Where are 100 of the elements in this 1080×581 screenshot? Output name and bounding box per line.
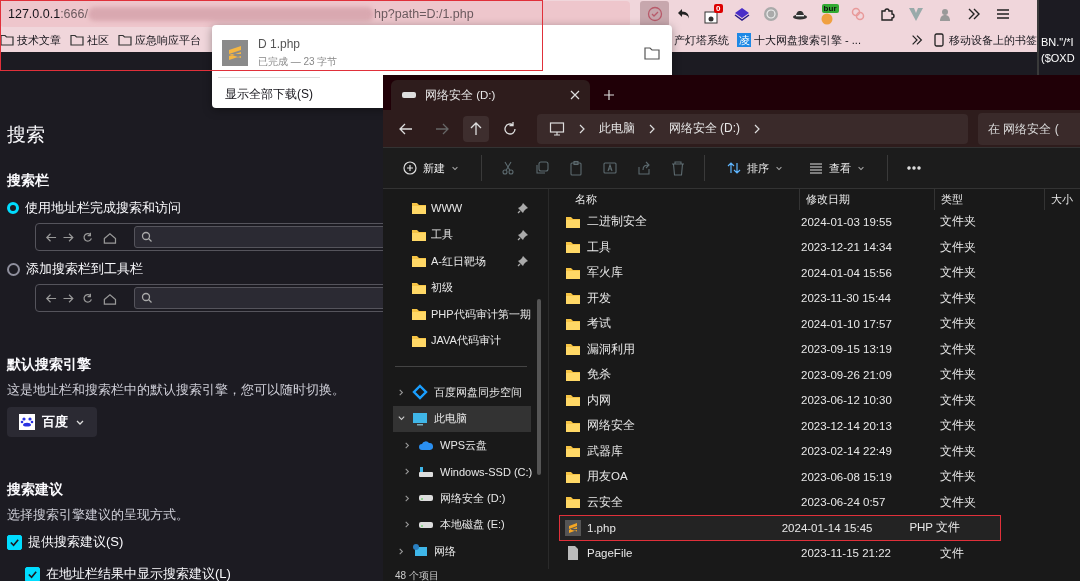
file-row[interactable]: 用友OA 2023-06-08 15:19 文件夹 — [559, 464, 1080, 490]
up-button[interactable] — [463, 115, 489, 142]
drive-icon — [418, 521, 434, 528]
date-cell-text: 2024-01-10 17:57 — [800, 317, 893, 330]
folder-icon — [565, 239, 581, 256]
bookmark[interactable]: 产灯塔系统 — [674, 32, 729, 48]
file-row[interactable]: 开发 2023-11-30 15:44 文件夹 — [559, 285, 1080, 311]
search-field[interactable]: 在 网络安全 ( — [978, 112, 1080, 145]
new-tab-icon[interactable] — [604, 90, 614, 100]
bookmark[interactable]: 凌 十大网盘搜索引擎 - ... — [737, 32, 861, 48]
menu-icon[interactable] — [994, 6, 1011, 22]
refresh-icon[interactable] — [502, 121, 517, 136]
file-row[interactable]: 二进制安全 2024-01-03 19:55 文件夹 — [559, 209, 1080, 235]
column-header[interactable]: 名称 — [559, 189, 799, 210]
checkbox[interactable] — [25, 566, 40, 581]
show-all-downloads-link[interactable]: 显示全部下载(S) — [218, 77, 320, 103]
toolbar-button[interactable]: 0 — [698, 1, 727, 27]
chevron-icon[interactable] — [397, 387, 406, 397]
breadcrumb-item[interactable]: 此电脑 — [598, 120, 635, 137]
bookmark[interactable]: 技术文章 — [0, 32, 61, 48]
radio-button[interactable] — [7, 202, 19, 214]
file-row[interactable]: 军火库 2024-01-04 15:56 文件夹 — [559, 260, 1080, 286]
file-row[interactable]: 内网 2023-06-12 10:30 文件夹 — [559, 387, 1080, 413]
quick-access-item[interactable]: 初级 — [393, 274, 533, 301]
scrollbar-thumb[interactable] — [537, 299, 541, 475]
nav-tree-item[interactable]: 百度网盘同步空间 — [393, 379, 531, 406]
search-icon — [141, 292, 153, 304]
file-row[interactable]: 武器库 2023-02-14 22:49 文件夹 — [559, 438, 1080, 464]
nav-tree-item[interactable]: 网络 — [393, 538, 531, 565]
file-row[interactable]: PageFile 2023-11-15 21:22 文件 — [559, 540, 1080, 566]
diamond-icon[interactable] — [733, 6, 750, 22]
column-header[interactable]: 类型 — [934, 189, 1044, 210]
bookmark[interactable]: 社区 — [70, 32, 109, 48]
caret-icon — [857, 164, 865, 172]
folder-icon — [565, 290, 581, 307]
column-header[interactable]: 大小 — [1044, 189, 1080, 210]
close-icon[interactable] — [570, 90, 580, 100]
nav-tree-item[interactable]: Windows-SSD (C:) — [399, 458, 531, 485]
file-row[interactable]: 免杀 2023-09-26 21:09 文件夹 — [559, 362, 1080, 388]
section-description: 这是地址栏和搜索栏中的默认搜索引擎，您可以随时切换。 — [7, 382, 346, 399]
nav-tree-item[interactable]: WPS云盘 — [399, 432, 531, 459]
file-row[interactable]: 漏洞利用 2023-09-15 13:19 文件夹 — [559, 336, 1080, 362]
type-cell-text: 文件夹 — [939, 265, 977, 281]
toolbar-button[interactable]: 查看 — [805, 156, 869, 180]
chevron-icon[interactable] — [403, 440, 412, 450]
toolbar-button[interactable]: bur — [814, 1, 843, 27]
quick-access-item[interactable]: JAVA代码审计 — [393, 327, 533, 354]
column-header[interactable]: 修改日期 — [799, 189, 934, 210]
chevron-icon[interactable] — [397, 546, 406, 556]
download-item[interactable]: D 1.php 已完成 — 23 字节 — [212, 29, 672, 77]
chevron-icon[interactable] — [403, 467, 412, 477]
puzzle-icon[interactable] — [878, 6, 895, 22]
back-arrow-icon[interactable] — [399, 121, 413, 136]
folder-icon — [70, 33, 84, 47]
box-icon[interactable] — [702, 8, 719, 25]
file-row[interactable]: 1.php 2024-01-14 15:45 PHP 文件 — [559, 515, 1001, 541]
type-cell-text: PHP 文件 — [908, 520, 961, 536]
breadcrumb-item[interactable]: 网络安全 (D:) — [668, 120, 741, 137]
window-tab[interactable]: 网络安全 (D:) — [391, 80, 590, 110]
address-bar[interactable]: 127.0.0.1:666/ hp?path=D:/1.php — [0, 1, 630, 27]
file-row[interactable]: 网络安全 2023-12-14 20:13 文件夹 — [559, 413, 1080, 439]
type-cell-text: 文件夹 — [939, 469, 977, 485]
date-cell-text: 2023-12-14 20:13 — [800, 419, 893, 432]
plus-circle-icon — [403, 161, 417, 175]
bookmark[interactable]: 移动设备上的书签 — [932, 32, 1037, 48]
file-icon — [565, 545, 581, 562]
option-label: 在地址栏结果中显示搜索建议(L) — [46, 565, 231, 581]
quick-access-item[interactable]: PHP代码审计第一期 — [393, 301, 533, 328]
file-row[interactable]: 考试 2024-01-10 17:57 文件夹 — [559, 311, 1080, 337]
bookmark[interactable]: 应急响应平台 — [118, 32, 201, 48]
file-row[interactable]: 工具 2023-12-21 14:34 文件夹 — [559, 234, 1080, 260]
nav-tree-item[interactable]: 网络安全 (D:) — [399, 485, 531, 512]
date-cell-text: 2023-11-15 21:22 — [800, 547, 892, 560]
date-cell-text: 2023-11-30 15:44 — [800, 292, 892, 305]
label-badge: bur — [821, 3, 839, 13]
quick-access-item[interactable]: WWW — [393, 195, 533, 222]
chevron-icon[interactable] — [403, 493, 412, 503]
forward-arrow-icon[interactable] — [435, 121, 449, 136]
chevrons-icon[interactable] — [910, 33, 924, 47]
folder-icon — [565, 443, 581, 460]
drive-icon — [418, 495, 434, 502]
toolbar-button[interactable]: 新建 — [399, 156, 463, 180]
quick-access-item[interactable]: A-红日靶场 — [393, 248, 533, 275]
breadcrumb-bar[interactable]: 此电脑 网络安全 (D:) — [536, 113, 968, 144]
check-circle-icon[interactable] — [646, 6, 663, 22]
quick-access-item[interactable]: 工具 — [393, 221, 533, 248]
file-name: 工具 — [587, 239, 611, 255]
chevron-icon[interactable] — [403, 520, 412, 530]
radio-button[interactable] — [7, 262, 20, 276]
folder-icon — [411, 253, 427, 270]
nav-tree-item[interactable]: 本地磁盘 (E:) — [399, 511, 531, 538]
checkbox[interactable] — [7, 534, 22, 550]
toolbar-button[interactable]: 排序 — [723, 156, 787, 180]
download-status: 已完成 — 23 字节 — [258, 55, 338, 69]
engine-dropdown[interactable]: 百度 — [7, 407, 97, 437]
file-row[interactable]: 云安全 2023-06-24 0:57 文件夹 — [559, 489, 1080, 515]
monitor-icon — [412, 410, 428, 427]
file-name: 云安全 — [587, 494, 623, 510]
nav-tree-item[interactable]: 此电脑 — [393, 405, 531, 432]
folder-outline-icon[interactable] — [644, 45, 660, 61]
